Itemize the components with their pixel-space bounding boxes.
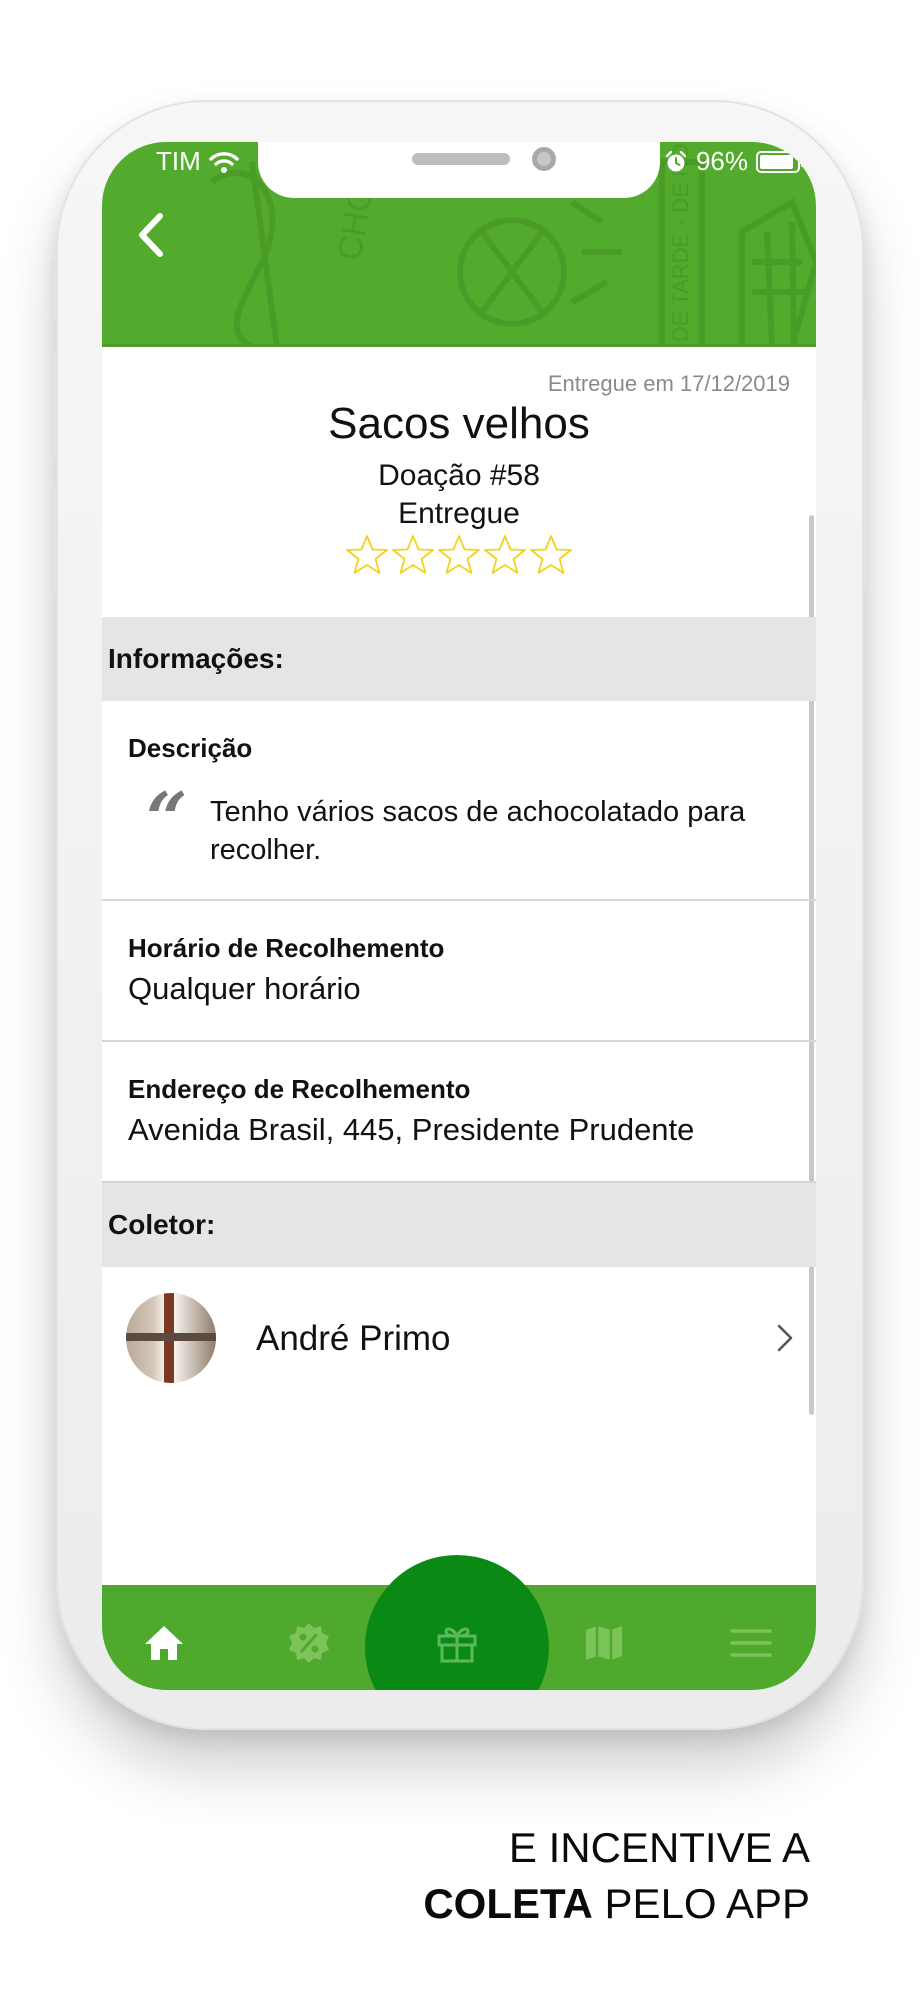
volume-down-button [50,485,56,595]
rating-stars[interactable] [345,533,573,577]
pickup-time-block: Horário de Recolhemento Qualquer horário [102,901,816,1042]
app-screen: CHOCOLA DE TARDE · DE NO TIM 96% Entregu… [102,142,816,1690]
star-icon[interactable] [437,533,481,577]
caption-line-1: E INCENTIVE A [508,1824,810,1871]
status-bar-left: TIM [156,146,239,177]
delivery-date: Entregue em 17/12/2019 [547,371,790,396]
header-banner: CHOCOLA DE TARDE · DE NO TIM 96% [102,142,816,347]
donation-number: Doação #58 [378,459,540,492]
description-label: Descrição [128,733,253,763]
speaker-grille [412,153,510,165]
chevron-right-icon [777,1324,793,1352]
star-icon[interactable] [529,533,573,577]
wifi-icon [209,151,239,173]
power-button [864,400,870,590]
collector-name: André Primo [256,1319,451,1358]
back-chevron-icon[interactable] [130,210,170,260]
alarm-clock-icon [665,150,687,171]
donation-detail-content[interactable]: Entregue em 17/12/2019 Sacos velhos Doaç… [102,347,816,1585]
caption-line-2: COLETA PELO APP [423,1876,810,1932]
caption-bold-word: COLETA [423,1880,593,1927]
menu-icon[interactable] [728,1620,774,1666]
star-icon[interactable] [345,533,389,577]
description-text: Tenho vários sacos de achocolatado para … [210,796,746,866]
donation-title: Sacos velhos [328,399,590,448]
info-section-header: Informações: [102,617,816,701]
collector-avatar [126,1293,216,1383]
battery-percent: 96% [695,146,748,176]
star-icon[interactable] [483,533,527,577]
pickup-time-value: Qualquer horário [128,971,361,1006]
caption-rest: PELO APP [592,1880,810,1927]
home-icon[interactable] [141,1620,187,1666]
pickup-address-block: Endereço de Recolhemento Avenida Brasil,… [102,1042,816,1183]
status-bar-right: 96% [664,146,804,177]
collector-section-header: Coletor: [102,1183,816,1267]
pickup-time-label: Horário de Recolhemento [128,933,445,963]
carrier-label: TIM [156,146,201,176]
battery-icon [756,150,804,173]
volume-up-button [50,350,56,460]
gift-icon[interactable] [434,1620,480,1666]
map-icon[interactable] [581,1620,627,1666]
star-icon[interactable] [391,533,435,577]
pickup-address-label: Endereço de Recolhemento [128,1074,471,1104]
mute-switch [50,260,56,320]
description-block: Descrição “ Tenho vários sacos de achoco… [102,701,816,901]
donation-status: Entregue [398,497,520,530]
pickup-address-value: Avenida Brasil, 445, Presidente Prudente [128,1112,695,1147]
device-notch [258,142,660,198]
collector-row[interactable]: André Primo [102,1267,816,1391]
promo-caption: E INCENTIVE A COLETA PELO APP [423,1820,810,1932]
quote-icon: “ [146,776,188,861]
front-camera [532,147,556,171]
discount-badge-icon[interactable] [286,1620,332,1666]
